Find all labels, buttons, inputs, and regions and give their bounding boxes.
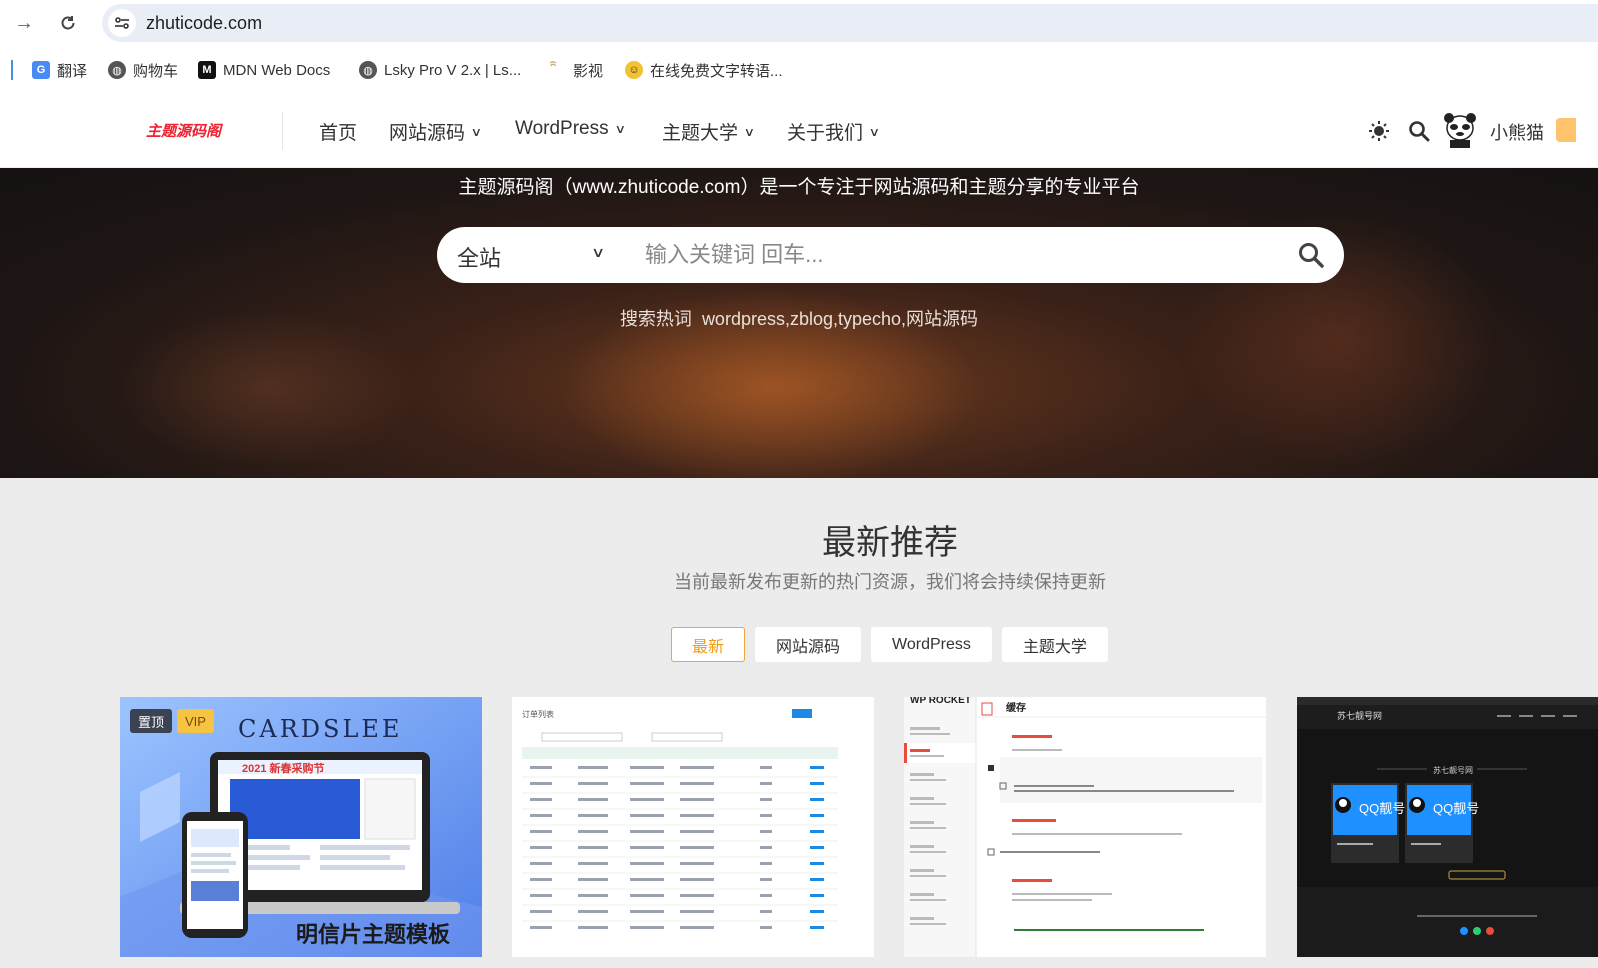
bookmark-video[interactable]: ꩰ 影视 (548, 58, 603, 82)
omnibox[interactable]: zhuticode.com (102, 4, 1598, 42)
nav-about[interactable]: 关于我们 ∨ (787, 118, 881, 145)
url-text[interactable]: zhuticode.com (146, 13, 262, 34)
tab-theme-university[interactable]: 主题大学 (1001, 627, 1108, 662)
bookmark-cart[interactable]: ◍ 购物车 (108, 58, 178, 82)
thumb-title: 订单列表 (522, 710, 554, 719)
nav-theme-university[interactable]: 主题大学 ∨ (662, 118, 756, 145)
card-thumbnail[interactable] (904, 697, 1266, 957)
thumb-tile-label: QQ靓号 (1433, 801, 1480, 816)
search-input[interactable] (645, 237, 1285, 273)
reload-icon[interactable] (54, 9, 82, 37)
nav-label: 首页 (319, 123, 358, 144)
thumb-site-name: 苏七靓号网 (1337, 711, 1383, 721)
forward-icon[interactable]: → (10, 9, 38, 37)
search-icon[interactable] (1408, 120, 1430, 142)
smile-icon: ☺ (625, 61, 643, 79)
google-translate-icon: G (32, 61, 50, 79)
bookmark-label: 影视 (573, 62, 604, 80)
chevron-down-icon[interactable]: ∨ (591, 244, 605, 261)
section-subtitle: 当前最新发布更新的热门资源，我们将会持续保持更新 (674, 572, 1106, 592)
bookmark-translate[interactable]: G 翻译 (32, 58, 87, 82)
resource-card[interactable]: CARDSLEE 2021 新春采购节 明信片主题模板 置顶 VIP (120, 697, 482, 957)
thumb-caption: 明信片主题模板 (296, 922, 451, 947)
bookmark-mdn[interactable]: M MDN Web Docs (198, 58, 330, 82)
nav-wordpress[interactable]: WordPress ∨ (515, 118, 626, 140)
nav-label: WordPress (515, 118, 609, 139)
logo-text: 主题源码阁 (146, 123, 222, 140)
hero-banner: 主题源码阁（www.zhuticode.com）是一个专注于网站源码和主题分享的… (0, 168, 1598, 478)
tab-source[interactable]: 网站源码 (755, 627, 862, 662)
bookmark-lsky[interactable]: ◍ Lsky Pro V 2.x | Ls... (359, 58, 521, 82)
tab-latest[interactable]: 最新 (671, 627, 746, 662)
bookmark-label: 翻译 (57, 62, 88, 80)
sticky-badge: 置顶 (130, 709, 173, 733)
globe-icon: ◍ (359, 61, 377, 79)
browser-chrome: → zhuticode.com G 翻译 ◍ 购物车 M MDN Web Doc… (0, 0, 1598, 92)
resource-card[interactable]: 订单列表 (512, 697, 874, 957)
thumb-brand: WP ROCKET (910, 697, 971, 706)
hot-search-label: 搜索热词 (619, 309, 692, 329)
hero-tagline: 主题源码阁（www.zhuticode.com）是一个专注于网站源码和主题分享的… (458, 177, 1140, 198)
hot-search-words[interactable]: wordpress,zblog,typecho,网站源码 (702, 309, 978, 329)
thumb-title: 缓存 (1006, 703, 1026, 714)
thumb-promo: 2021 新春采购节 (242, 763, 325, 775)
hero-glow (120, 308, 420, 468)
header-divider (282, 112, 283, 150)
chevron-down-icon: ∨ (470, 124, 483, 139)
chevron-down-icon: ∨ (743, 124, 756, 139)
hot-search: 搜索热词 wordpress,zblog,typecho,网站源码 (0, 305, 1598, 331)
mdn-icon: M (198, 61, 216, 79)
nav-label: 主题大学 (662, 123, 739, 144)
site-info-icon[interactable] (108, 9, 136, 37)
nav-source[interactable]: 网站源码 ∨ (389, 118, 483, 145)
thumb-title: CARDSLEE (238, 715, 403, 743)
nav-label: 网站源码 (389, 123, 466, 144)
thumb-title: 苏七靓号网 (1433, 766, 1473, 775)
bookmarks-bar: G 翻译 ◍ 购物车 M MDN Web Docs ◍ Lsky Pro V 2… (0, 52, 1598, 88)
globe-icon: ◍ (108, 61, 126, 79)
bookmark-label: MDN Web Docs (223, 61, 331, 79)
search-category-select[interactable]: 全站 (457, 241, 501, 273)
avatar[interactable] (1443, 112, 1477, 148)
bookmarks-separator (11, 60, 13, 80)
card-thumbnail[interactable] (512, 697, 874, 957)
resource-card[interactable]: 苏七靓号网 苏七靓号网 QQ靓号 QQ靓号 (1297, 697, 1598, 957)
user-menu-tab[interactable] (1556, 118, 1576, 142)
chevron-down-icon: ∨ (868, 124, 881, 139)
bookmark-label: 购物车 (133, 62, 179, 80)
site-logo[interactable]: 主题源码阁 (146, 120, 221, 141)
username[interactable]: 小熊猫 (1490, 119, 1544, 145)
bookmark-label: Lsky Pro V 2.x | Ls... (384, 61, 522, 79)
bookmark-tts[interactable]: ☺ 在线免费文字转语... (625, 58, 783, 82)
card-thumbnail[interactable] (1297, 697, 1598, 957)
resource-card[interactable]: WP ROCKET 缓存 (904, 697, 1266, 957)
thumb-tile-label: QQ靓号 (1359, 801, 1406, 816)
nav-label: 关于我们 (787, 123, 864, 144)
nav-home[interactable]: 首页 (319, 118, 357, 145)
site-header: 主题源码阁 首页 网站源码 ∨ WordPress ∨ 主题大学 ∨ 关于我们 … (0, 92, 1598, 168)
section-title: 最新推荐 (822, 524, 958, 562)
tab-wordpress[interactable]: WordPress (871, 627, 992, 662)
section-tabs: 最新 网站源码 WordPress 主题大学 (671, 627, 1108, 662)
bookmark-label: 在线免费文字转语... (650, 62, 783, 80)
vip-badge: VIP (177, 709, 214, 733)
swirl-icon: ꩰ (548, 61, 566, 79)
address-bar-row: → zhuticode.com (0, 0, 1598, 46)
theme-toggle-icon[interactable] (1368, 120, 1390, 142)
search-box: 全站 ∨ (437, 227, 1344, 283)
chevron-down-icon: ∨ (614, 122, 626, 136)
search-submit-icon[interactable] (1297, 241, 1325, 269)
